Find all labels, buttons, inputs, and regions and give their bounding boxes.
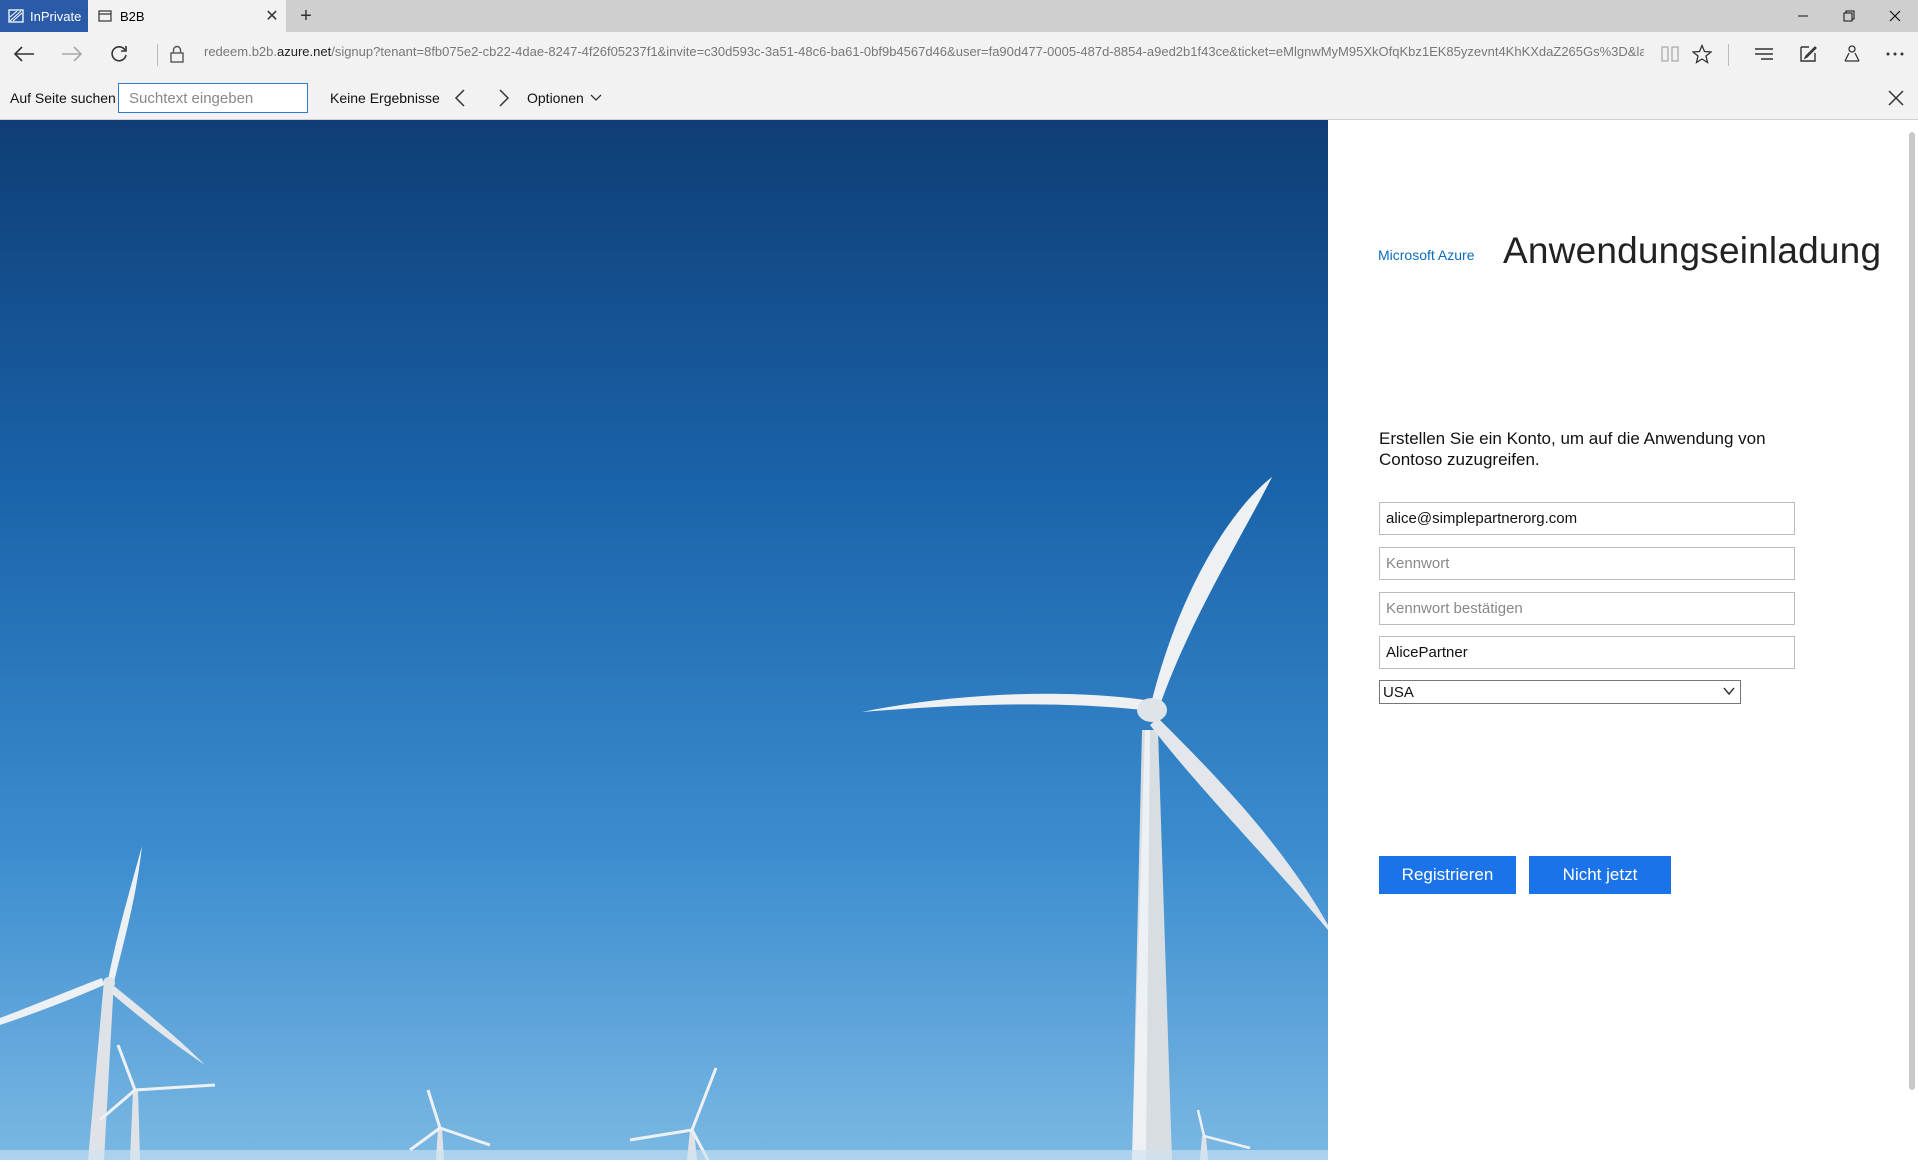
chevron-left-icon bbox=[454, 89, 465, 107]
forward-button[interactable] bbox=[54, 38, 90, 70]
share-icon bbox=[1844, 45, 1860, 62]
country-select[interactable]: USA bbox=[1379, 680, 1741, 704]
address-bar[interactable]: redeem.b2b.azure.net/signup?tenant=8fb07… bbox=[204, 44, 1644, 64]
find-options-label: Optionen bbox=[527, 90, 584, 106]
separator bbox=[157, 44, 158, 66]
chevron-down-icon bbox=[590, 94, 602, 101]
star-icon bbox=[1692, 44, 1712, 64]
more-button[interactable] bbox=[1877, 38, 1913, 70]
restore-icon bbox=[1843, 10, 1855, 22]
find-previous-button[interactable] bbox=[446, 84, 474, 112]
intro-text: Erstellen Sie ein Konto, um auf die Anwe… bbox=[1379, 429, 1766, 469]
find-input[interactable] bbox=[118, 83, 308, 113]
share-button[interactable] bbox=[1834, 38, 1870, 70]
refresh-icon bbox=[111, 46, 127, 62]
url-domain: azure.net bbox=[277, 44, 332, 59]
hub-button[interactable] bbox=[1746, 38, 1782, 70]
left-wind-turbine bbox=[0, 846, 205, 1160]
confirm-password-field[interactable] bbox=[1379, 592, 1795, 625]
refresh-button[interactable] bbox=[101, 38, 137, 70]
more-dots-icon bbox=[1886, 52, 1904, 56]
hub-icon bbox=[1755, 48, 1773, 60]
new-tab-button[interactable]: + bbox=[292, 4, 320, 28]
wind-turbines-illustration bbox=[0, 477, 1328, 1160]
chevron-right-icon bbox=[499, 89, 510, 107]
email-field[interactable] bbox=[1379, 502, 1795, 535]
small-wind-turbine bbox=[409, 1089, 491, 1160]
scrollbar[interactable] bbox=[1906, 120, 1918, 1160]
close-icon bbox=[1888, 90, 1904, 106]
close-icon bbox=[1889, 10, 1901, 22]
forward-arrow-icon bbox=[62, 46, 83, 62]
inprivate-label: InPrivate bbox=[30, 8, 82, 24]
find-result-status: Keine Ergebnisse bbox=[330, 90, 440, 106]
find-next-button[interactable] bbox=[490, 84, 518, 112]
restore-button[interactable] bbox=[1826, 0, 1872, 32]
reading-view-icon bbox=[1661, 46, 1679, 62]
url-path: /signup?tenant=8fb075e2-cb22-4dae-8247-4… bbox=[331, 44, 1644, 59]
reading-view-button[interactable] bbox=[1652, 38, 1688, 70]
navigation-bar: redeem.b2b.azure.net/signup?tenant=8fb07… bbox=[0, 32, 1918, 76]
lock-icon[interactable] bbox=[168, 44, 186, 64]
page-title: Anwendungseinladung bbox=[1503, 230, 1882, 271]
find-close-button[interactable] bbox=[1882, 84, 1910, 112]
inprivate-tab[interactable]: InPrivate bbox=[0, 0, 88, 32]
web-note-button[interactable] bbox=[1790, 38, 1826, 70]
tab-b2b[interactable]: B2B ✕ bbox=[88, 0, 286, 32]
not-now-button[interactable]: Nicht jetzt bbox=[1529, 856, 1671, 894]
brand-logo-text: Microsoft Azure bbox=[1378, 247, 1475, 263]
small-wind-turbine bbox=[629, 1067, 718, 1160]
minimize-icon bbox=[1798, 15, 1808, 17]
close-tab-icon[interactable]: ✕ bbox=[258, 6, 286, 26]
url-prefix: redeem.b2b. bbox=[204, 44, 277, 59]
page-icon bbox=[98, 10, 112, 22]
back-button[interactable] bbox=[6, 38, 42, 70]
country-selected-value: USA bbox=[1383, 683, 1414, 701]
find-options-button[interactable]: Optionen bbox=[527, 90, 602, 106]
back-arrow-icon bbox=[13, 46, 34, 62]
close-window-button[interactable] bbox=[1872, 0, 1918, 32]
display-name-field[interactable] bbox=[1379, 636, 1795, 669]
register-button[interactable]: Registrieren bbox=[1379, 856, 1516, 894]
find-bar: Auf Seite suchen Keine Ergebnisse Option… bbox=[0, 76, 1918, 120]
separator bbox=[1728, 44, 1729, 66]
inprivate-icon bbox=[8, 9, 24, 23]
favorite-button[interactable] bbox=[1684, 38, 1720, 70]
chevron-down-icon bbox=[1723, 687, 1735, 696]
pen-note-icon bbox=[1800, 46, 1817, 62]
tab-strip: InPrivate B2B ✕ + bbox=[0, 0, 1918, 32]
tab-title: B2B bbox=[120, 8, 145, 24]
large-wind-turbine bbox=[862, 477, 1328, 1160]
scrollbar-thumb[interactable] bbox=[1909, 132, 1915, 1090]
invitation-panel: Microsoft Azure Anwendungseinladung Erst… bbox=[1328, 120, 1902, 1160]
password-field[interactable] bbox=[1379, 547, 1795, 580]
small-wind-turbine bbox=[99, 1044, 216, 1160]
minimize-button[interactable] bbox=[1780, 0, 1826, 32]
find-label: Auf Seite suchen bbox=[10, 90, 116, 106]
hero-image-wind-turbines bbox=[0, 120, 1328, 1160]
